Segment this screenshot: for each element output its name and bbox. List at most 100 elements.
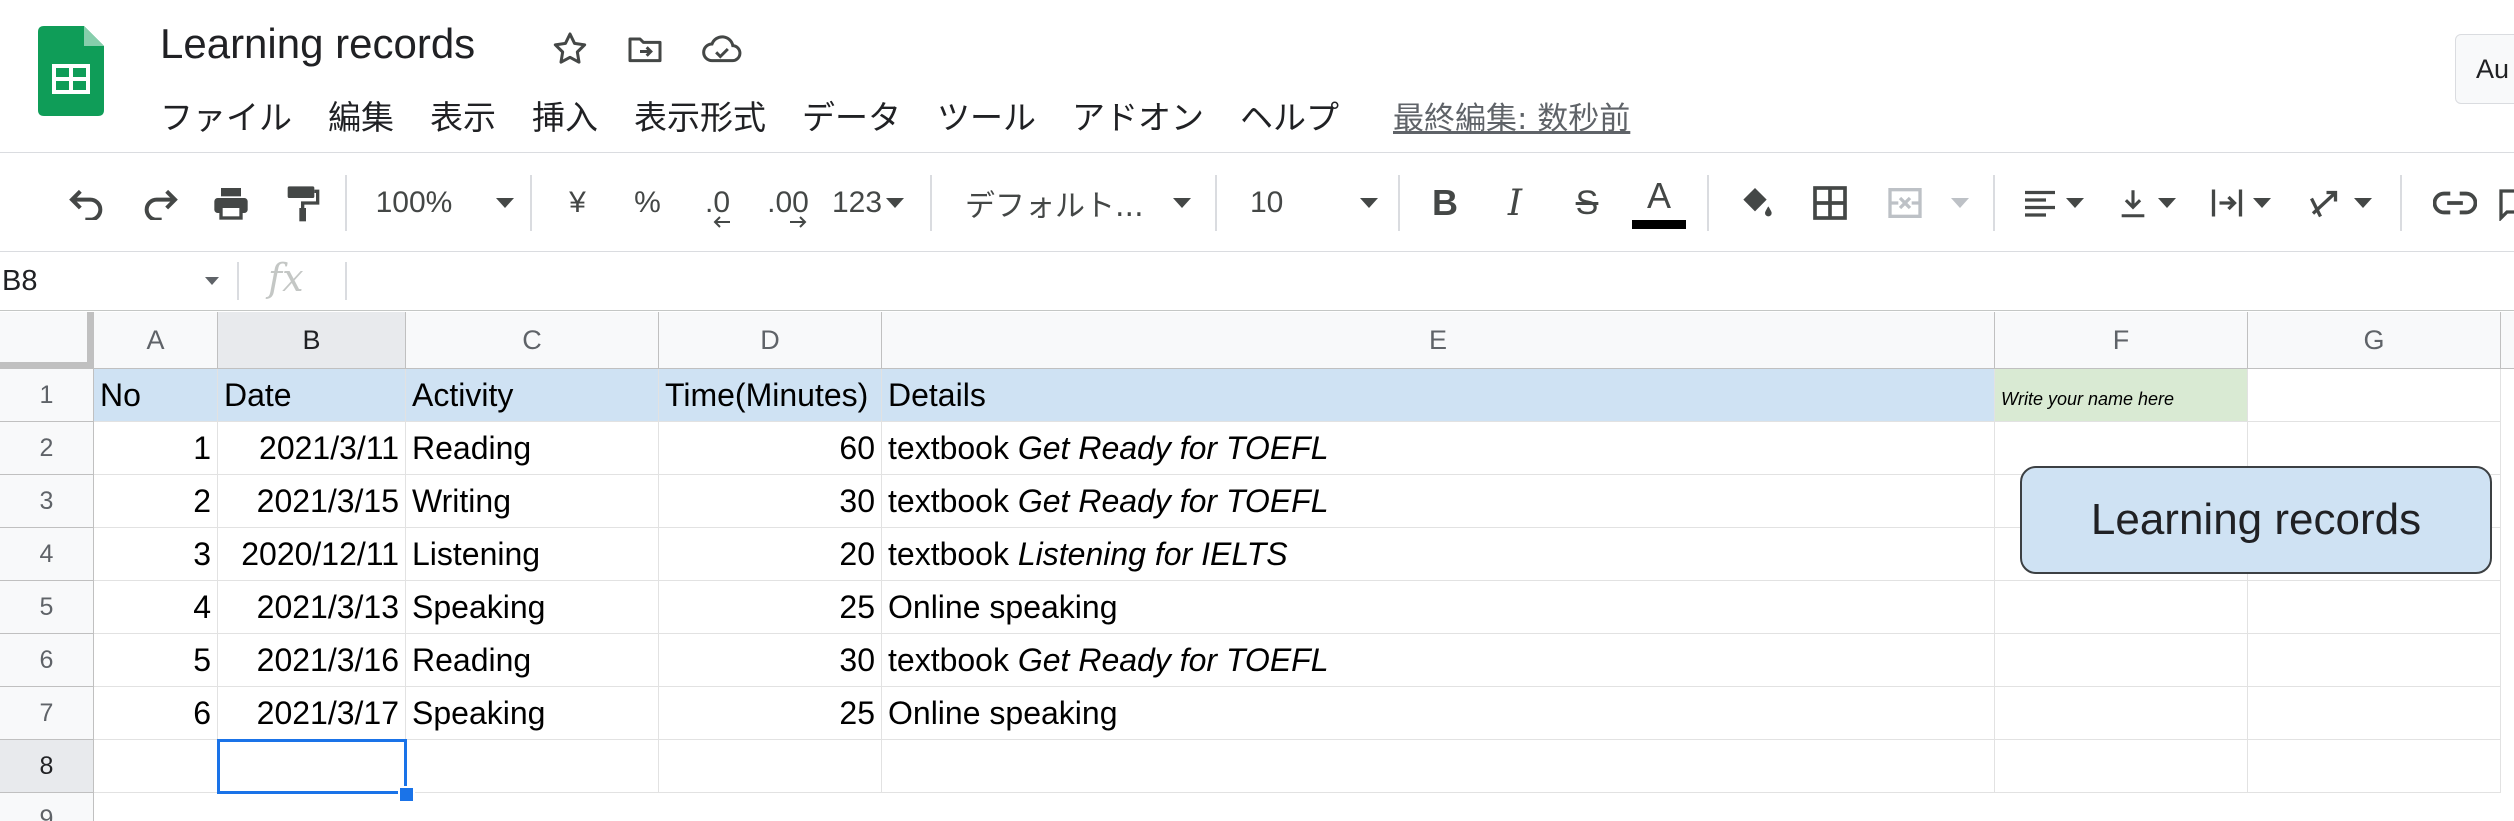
redo-icon[interactable] <box>135 153 185 253</box>
cell-f[interactable] <box>1995 581 2248 634</box>
column-header-b[interactable]: B <box>218 312 406 369</box>
cell-details[interactable]: Online speaking <box>882 581 1995 634</box>
column-header-g[interactable]: G <box>2248 312 2501 369</box>
cell-g[interactable] <box>2248 581 2501 634</box>
sheets-logo-icon[interactable] <box>38 26 104 116</box>
learning-records-drawing[interactable]: Learning records <box>2020 466 2492 574</box>
column-header-d[interactable]: D <box>659 312 882 369</box>
fill-handle[interactable] <box>398 786 415 803</box>
last-edit-link[interactable]: 最終編集: 数秒前 <box>1393 93 1630 138</box>
row-header-3[interactable]: 3 <box>0 475 94 528</box>
active-cell-selection[interactable] <box>217 739 407 794</box>
column-header-e[interactable]: E <box>882 312 1995 369</box>
star-icon[interactable] <box>545 24 595 74</box>
cell-details[interactable]: Online speaking <box>882 687 1995 740</box>
cell-f[interactable] <box>1995 634 2248 687</box>
share-button[interactable]: Au <box>2455 34 2514 104</box>
menu-edit[interactable]: 編集 <box>328 91 394 139</box>
menu-insert[interactable]: 挿入 <box>532 91 598 139</box>
cell-time[interactable]: 30 <box>659 634 882 687</box>
cell-a1-header-no[interactable]: No <box>94 369 218 422</box>
font-family-select[interactable]: デフォルト... <box>965 153 1195 253</box>
cell-f[interactable] <box>1995 687 2248 740</box>
row-header-1[interactable]: 1 <box>0 369 94 422</box>
cell-date[interactable]: 2021/3/13 <box>218 581 406 634</box>
move-folder-icon[interactable] <box>620 24 670 74</box>
cell-f1-name-prompt[interactable]: Write your name here <box>1995 369 2248 422</box>
cell-details[interactable]: textbook Get Ready for TOEFL <box>882 634 1995 687</box>
text-wrap-button[interactable] <box>2200 153 2280 253</box>
column-header-h[interactable] <box>2501 312 2514 369</box>
name-box[interactable]: B8 <box>0 252 232 310</box>
merge-menu-chevron-icon[interactable] <box>1948 153 1972 253</box>
undo-icon[interactable] <box>62 153 112 253</box>
select-all-corner[interactable] <box>0 312 94 369</box>
cell-details[interactable]: textbook Get Ready for TOEFL <box>882 475 1995 528</box>
cell-time[interactable]: 25 <box>659 581 882 634</box>
cell-f8[interactable] <box>1995 740 2248 793</box>
cell-details[interactable]: textbook Get Ready for TOEFL <box>882 422 1995 475</box>
insert-link-icon[interactable] <box>2430 153 2480 253</box>
cell-e1-header-details[interactable]: Details <box>882 369 1995 422</box>
cell-activity[interactable]: Writing <box>406 475 659 528</box>
menu-help[interactable]: ヘルプ <box>1240 91 1339 139</box>
cell-details[interactable]: textbook Listening for IELTS <box>882 528 1995 581</box>
zoom-select[interactable]: 100% <box>370 153 520 253</box>
cell-date[interactable]: 2021/3/11 <box>218 422 406 475</box>
cell-activity[interactable]: Speaking <box>406 687 659 740</box>
row-header-8[interactable]: 8 <box>0 740 94 793</box>
borders-icon[interactable] <box>1805 153 1855 253</box>
cell-e8[interactable] <box>882 740 1995 793</box>
chevron-down-icon[interactable] <box>205 277 219 285</box>
cell-no[interactable]: 1 <box>94 422 218 475</box>
cell-time[interactable]: 30 <box>659 475 882 528</box>
cell-no[interactable]: 3 <box>94 528 218 581</box>
row-header-2[interactable]: 2 <box>0 422 94 475</box>
cell-activity[interactable]: Listening <box>406 528 659 581</box>
cell-time[interactable]: 60 <box>659 422 882 475</box>
cell-g[interactable] <box>2248 634 2501 687</box>
cell-time[interactable]: 20 <box>659 528 882 581</box>
cell-no[interactable]: 5 <box>94 634 218 687</box>
text-color-button[interactable]: A <box>1630 153 1688 253</box>
insert-comment-icon[interactable] <box>2495 153 2514 253</box>
row-header-7[interactable]: 7 <box>0 687 94 740</box>
row-header-9[interactable]: 9 <box>0 793 94 821</box>
cell-time[interactable]: 25 <box>659 687 882 740</box>
currency-format-button[interactable]: ¥ <box>555 153 600 253</box>
menu-view[interactable]: 表示 <box>430 91 496 139</box>
cell-no[interactable]: 6 <box>94 687 218 740</box>
percent-format-button[interactable]: % <box>625 153 670 253</box>
row-header-4[interactable]: 4 <box>0 528 94 581</box>
cell-b1-header-date[interactable]: Date <box>218 369 406 422</box>
cell-activity[interactable]: Reading <box>406 634 659 687</box>
decrease-decimal-button[interactable]: .0 <box>690 153 745 253</box>
row-header-6[interactable]: 6 <box>0 634 94 687</box>
document-title[interactable]: Learning records <box>160 20 475 68</box>
text-rotation-button[interactable] <box>2300 153 2380 253</box>
cell-g[interactable] <box>2248 687 2501 740</box>
italic-button[interactable]: I <box>1490 153 1540 253</box>
paint-format-icon[interactable] <box>276 153 326 253</box>
menu-addons[interactable]: アドオン <box>1072 91 1204 139</box>
cell-no[interactable]: 2 <box>94 475 218 528</box>
cell-no[interactable]: 4 <box>94 581 218 634</box>
cell-c1-header-activity[interactable]: Activity <box>406 369 659 422</box>
cell-d8[interactable] <box>659 740 882 793</box>
cell-date[interactable]: 2021/3/17 <box>218 687 406 740</box>
cell-date[interactable]: 2021/3/15 <box>218 475 406 528</box>
fill-color-icon[interactable] <box>1730 153 1780 253</box>
cell-c8[interactable] <box>406 740 659 793</box>
row-header-5[interactable]: 5 <box>0 581 94 634</box>
vertical-align-button[interactable] <box>2108 153 2183 253</box>
cell-date[interactable]: 2020/12/11 <box>218 528 406 581</box>
cell-g8[interactable] <box>2248 740 2501 793</box>
menu-tools[interactable]: ツール <box>937 91 1036 139</box>
strikethrough-button[interactable]: S <box>1562 153 1612 253</box>
cell-d1-header-time[interactable]: Time(Minutes) <box>659 369 882 422</box>
more-formats-button[interactable]: 123 <box>828 153 908 253</box>
increase-decimal-button[interactable]: .00 <box>758 153 818 253</box>
font-size-select[interactable]: 10 <box>1250 153 1380 253</box>
spreadsheet-grid[interactable]: A B C D E F G 1 2 3 4 5 6 7 8 9 No Date … <box>0 312 2514 821</box>
menu-data[interactable]: データ <box>802 91 901 139</box>
